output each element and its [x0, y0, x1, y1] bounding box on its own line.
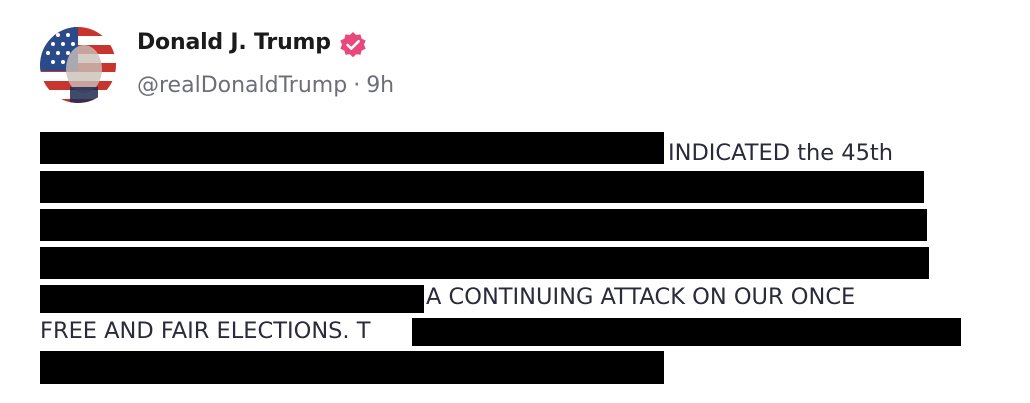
meta-separator: · [353, 73, 361, 98]
avatar-image [40, 27, 116, 103]
verified-badge-icon [340, 32, 366, 58]
redaction-bar [412, 318, 961, 346]
post-body: INDICATED the 45th A CONTINUING ATTACK O… [40, 132, 980, 392]
avatar[interactable] [40, 27, 116, 103]
post-timestamp[interactable]: 9h [366, 73, 394, 98]
redaction-bar [40, 285, 424, 313]
post-text-segment: A CONTINUING ATTACK ON OUR ONCE [426, 284, 856, 310]
author-handle[interactable]: @realDonaldTrump [137, 73, 347, 98]
post-text-segment: INDICATED the 45th [668, 140, 894, 166]
redaction-bar [40, 247, 929, 279]
redaction-bar [40, 171, 924, 203]
redaction-bar [40, 209, 927, 241]
author-display-name[interactable]: Donald J. Trump [137, 30, 331, 55]
post-text-segment: FREE AND FAIR ELECTIONS. T [40, 318, 371, 344]
redaction-bar [40, 351, 664, 384]
post-meta: @realDonaldTrump · 9h [137, 73, 394, 98]
redaction-bar [40, 132, 664, 164]
post-card: Donald J. Trump @realDonaldTrump · 9h INDI… [0, 0, 1030, 403]
